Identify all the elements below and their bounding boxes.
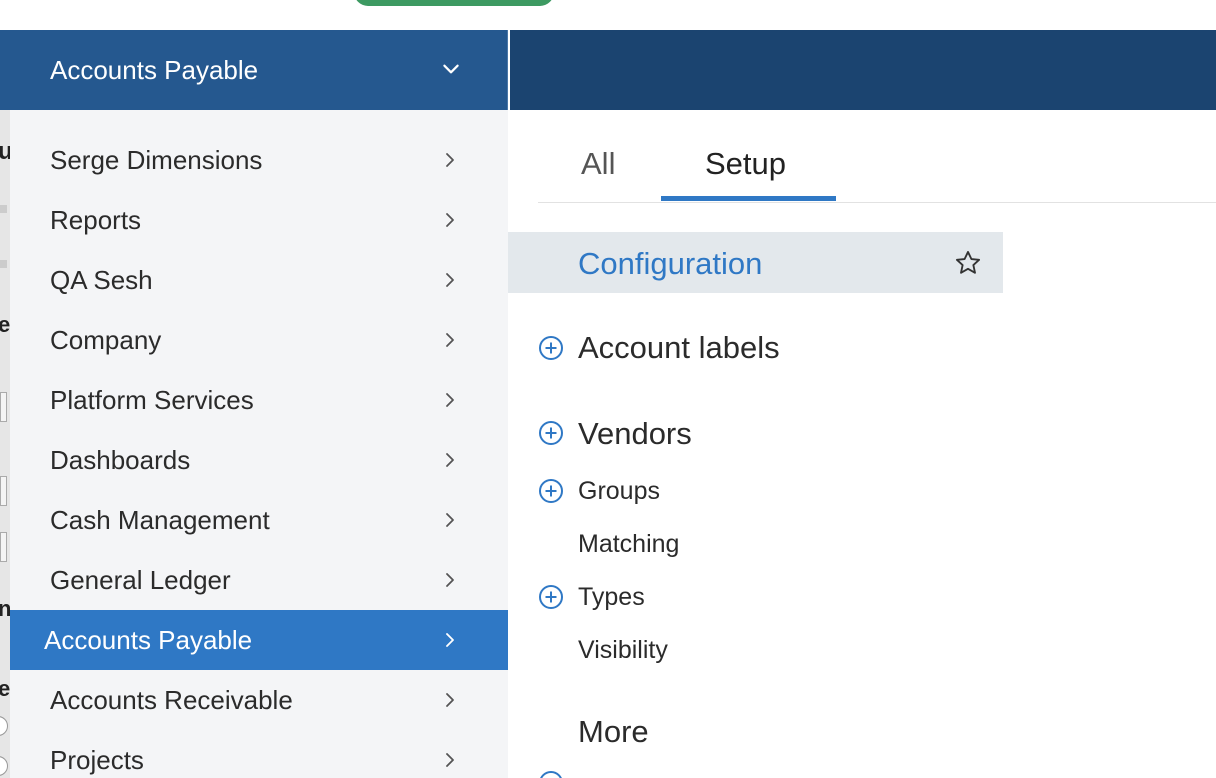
background-page-edge: u e n el [0,30,10,778]
menu-item-label: Projects [50,744,144,775]
app-menu-title: Accounts Payable [50,54,259,85]
configuration-label: Configuration [578,246,763,281]
configuration-link[interactable]: Configuration [508,232,1003,293]
app-menu-dropdown: Accounts Payable Serge Dimensions Report… [10,30,508,778]
menu-item-label: QA Sesh [50,264,153,295]
menu-item-accounts-payable[interactable]: Accounts Payable [10,610,508,670]
tab-setup[interactable]: Setup [705,146,786,182]
menu-item-label: Reports [50,204,142,235]
chevron-right-icon [446,213,454,227]
menu-item-reports[interactable]: Reports [10,190,508,250]
chevron-right-icon [446,513,454,527]
top-strip [0,0,1216,30]
menu-item-dashboards[interactable]: Dashboards [10,430,508,490]
chevron-down-icon [443,64,459,74]
app-menu-list: Serge Dimensions Reports QA Sesh Company… [10,130,508,778]
link-matching[interactable]: Matching [578,530,679,559]
green-action-button[interactable] [354,0,554,6]
background-text-fragment: n [0,596,10,621]
menu-item-company[interactable]: Company [10,310,508,370]
section-more[interactable]: More [578,714,649,750]
chevron-right-icon [446,153,454,167]
menu-item-label: Company [50,324,162,355]
plus-circle-icon[interactable] [538,335,564,361]
chevron-right-icon [446,333,454,347]
menu-item-cash-management[interactable]: Cash Management [10,490,508,550]
plus-circle-icon[interactable] [538,584,564,610]
header-band [510,30,1216,110]
submenu-panel: All Setup Configuration Account labels V… [508,110,1216,778]
chevron-right-icon [446,753,454,767]
background-text-fragment: e [0,312,10,337]
menu-item-label: Accounts Payable [44,624,253,655]
menu-item-serge-dimensions[interactable]: Serge Dimensions [10,130,508,190]
chevron-right-icon [446,693,454,707]
background-radio [0,756,8,776]
background-input [0,392,7,422]
star-outline-icon[interactable] [954,249,982,277]
menu-item-label: Dashboards [50,444,191,475]
menu-item-qa-sesh[interactable]: QA Sesh [10,250,508,310]
menu-item-accounts-receivable[interactable]: Accounts Receivable [10,670,508,730]
menu-item-general-ledger[interactable]: General Ledger [10,550,508,610]
menu-item-label: Accounts Receivable [50,684,293,715]
background-divider [0,260,7,268]
menu-item-label: Cash Management [50,504,270,535]
menu-item-projects[interactable]: Projects [10,730,508,778]
background-text-fragment: el [0,676,10,701]
submenu-tabs: All Setup [538,110,1216,203]
background-page-header [0,30,10,110]
app-menu-header[interactable]: Accounts Payable [10,30,508,110]
section-account-labels[interactable]: Account labels [578,330,780,366]
link-visibility[interactable]: Visibility [578,636,668,665]
menu-item-label: Serge Dimensions [50,144,263,175]
link-groups[interactable]: Groups [578,477,660,506]
plus-circle-icon[interactable] [538,478,564,504]
chevron-right-icon [446,573,454,587]
background-text-fragment: u [0,138,10,165]
link-types[interactable]: Types [578,583,645,612]
background-divider [0,205,7,213]
app-root: u e n el Accounts Payable Serge Dimensio… [0,0,1216,778]
tab-all[interactable]: All [581,146,615,182]
chevron-right-icon [446,633,454,647]
chevron-right-icon [446,393,454,407]
menu-item-label: Platform Services [50,384,254,415]
menu-item-label: General Ledger [50,564,231,595]
active-tab-indicator [661,196,836,201]
plus-circle-icon[interactable] [538,770,564,778]
section-vendors[interactable]: Vendors [578,416,692,452]
background-input [0,532,7,562]
background-input [0,476,7,506]
plus-circle-icon[interactable] [538,420,564,446]
menu-item-platform-services[interactable]: Platform Services [10,370,508,430]
background-radio [0,716,8,736]
chevron-right-icon [446,453,454,467]
chevron-right-icon [446,273,454,287]
